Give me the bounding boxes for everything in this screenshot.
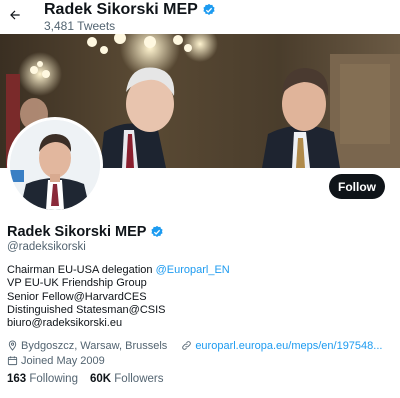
following-label: Following — [29, 373, 78, 385]
tweet-count: 3,481 Tweets — [44, 19, 116, 33]
bio-line: Senior Fellow@HarvardCES — [7, 290, 147, 303]
followers-label: Followers — [114, 373, 164, 385]
calendar-icon — [7, 356, 18, 366]
profile-name: Radek Sikorski MEP — [7, 224, 164, 240]
meta-row: Joined May 2009 — [7, 353, 396, 368]
profile-meta: Bydgoszcz, Warsaw, Brussels europarl.eur… — [7, 338, 396, 368]
location-pin-icon — [8, 340, 17, 351]
arrow-left-icon — [10, 10, 20, 20]
joined-item: Joined May 2009 — [7, 355, 105, 367]
meta-row: Bydgoszcz, Warsaw, Brussels europarl.eur… — [7, 338, 396, 353]
bio-line: VP EU-UK Friendship Group — [7, 277, 147, 290]
follow-label: Follow — [338, 179, 376, 194]
bio-line: Distinguished Statesman@CSIS — [7, 303, 166, 316]
link-icon — [182, 341, 192, 350]
header-name: Radek Sikorski MEP — [44, 1, 198, 18]
back-button[interactable] — [4, 4, 26, 26]
profile-stats: 163 Following 60K Followers — [7, 373, 164, 385]
bio-mention-link[interactable]: @Europarl_EN — [156, 264, 230, 276]
top-bar: Radek Sikorski MEP 3,481 Tweets — [0, 0, 400, 34]
website-link[interactable]: europarl.europa.eu/meps/en/197548... — [195, 340, 382, 352]
bio-line: Chairman EU-USA delegation @Europarl_EN — [7, 264, 230, 277]
avatar-photo — [10, 120, 100, 210]
verified-badge-icon — [203, 3, 215, 15]
followers-count: 60K — [89, 373, 112, 385]
follow-button[interactable]: Follow — [329, 174, 385, 199]
location-item: Bydgoszcz, Warsaw, Brussels — [7, 340, 167, 352]
joined-text: Joined May 2009 — [21, 354, 105, 367]
header-title: Radek Sikorski MEP — [44, 1, 216, 19]
bio-line: biuro@radeksikorski.eu — [7, 317, 123, 330]
verified-badge-icon — [151, 225, 163, 237]
followers-link[interactable]: 60K Followers — [90, 373, 164, 385]
profile-handle: @radeksikorski — [7, 241, 86, 253]
bio-text: Chairman EU-USA delegation — [7, 264, 156, 276]
following-link[interactable]: 163 Following — [7, 373, 78, 385]
following-count: 163 — [7, 373, 27, 385]
profile-bio: Chairman EU-USA delegation @Europarl_EN … — [7, 264, 230, 330]
location-text: Bydgoszcz, Warsaw, Brussels — [21, 339, 168, 352]
avatar[interactable] — [7, 117, 103, 213]
profile-name-text: Radek Sikorski MEP — [7, 224, 147, 240]
website-item[interactable]: europarl.europa.eu/meps/en/197548... — [181, 340, 382, 352]
